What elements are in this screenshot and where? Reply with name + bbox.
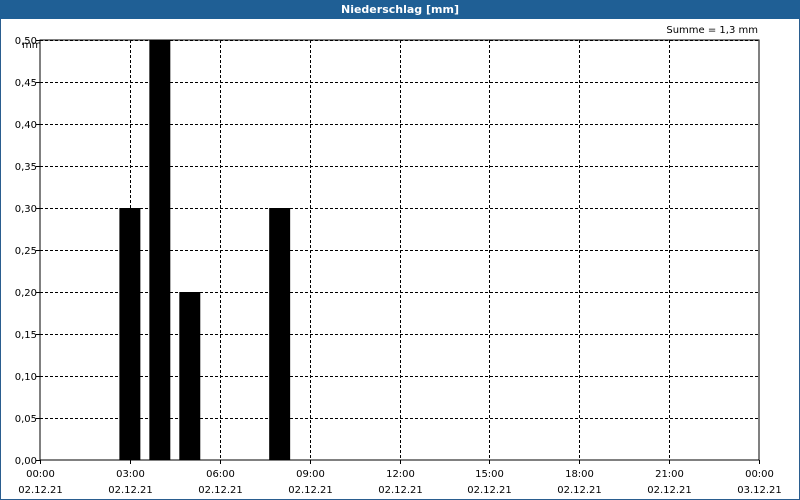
x-tick-date-label: 02.12.21 xyxy=(198,485,243,496)
x-tick-time-label: 09:00 xyxy=(296,469,325,480)
x-tick-date-label: 02.12.21 xyxy=(467,485,512,496)
y-tick-label: 0,40 xyxy=(15,120,37,131)
x-tick-date-label: 03.12.21 xyxy=(737,485,782,496)
y-tick-label: 0,00 xyxy=(15,456,37,467)
y-tick-label: 0,15 xyxy=(15,330,37,341)
x-tick-date-label: 02.12.21 xyxy=(108,485,153,496)
x-tick-time-label: 21:00 xyxy=(655,469,684,480)
precipitation-chart: 0,00 0,05 0,10 0,15 0,20 0,25 0,30 0,35 0,40 0,45… xyxy=(15,36,782,496)
precipitation-bar xyxy=(119,208,141,460)
x-tick-time-label: 00:00 xyxy=(745,469,774,480)
y-tick-label: 0,30 xyxy=(15,204,37,215)
precipitation-bar xyxy=(269,208,291,460)
y-tick-label: 0,45 xyxy=(15,78,37,89)
x-tick-time-label: 12:00 xyxy=(386,469,415,480)
y-tick-label: 0,50 xyxy=(15,36,37,47)
y-tick-label: 0,25 xyxy=(15,246,37,257)
x-tick-date-label: 02.12.21 xyxy=(378,485,423,496)
x-tick-date-label: 02.12.21 xyxy=(288,485,333,496)
x-tick-time-label: 06:00 xyxy=(206,469,235,480)
y-tick-label: 0,10 xyxy=(15,372,37,383)
x-tick-time-label: 03:00 xyxy=(116,469,145,480)
y-tick-label: 0,35 xyxy=(15,162,37,173)
x-tick-date-label: 02.12.21 xyxy=(557,485,602,496)
precipitation-bar xyxy=(149,40,171,460)
x-tick-time-label: 15:00 xyxy=(475,469,504,480)
x-tick-time-label: 00:00 xyxy=(26,469,55,480)
x-tick-date-label: 02.12.21 xyxy=(647,485,692,496)
y-tick-label: 0,20 xyxy=(15,288,37,299)
precipitation-bar xyxy=(179,292,201,460)
x-tick-time-label: 18:00 xyxy=(565,469,594,480)
x-tick-date-label: 02.12.21 xyxy=(18,485,63,496)
y-tick-label: 0,05 xyxy=(15,414,37,425)
